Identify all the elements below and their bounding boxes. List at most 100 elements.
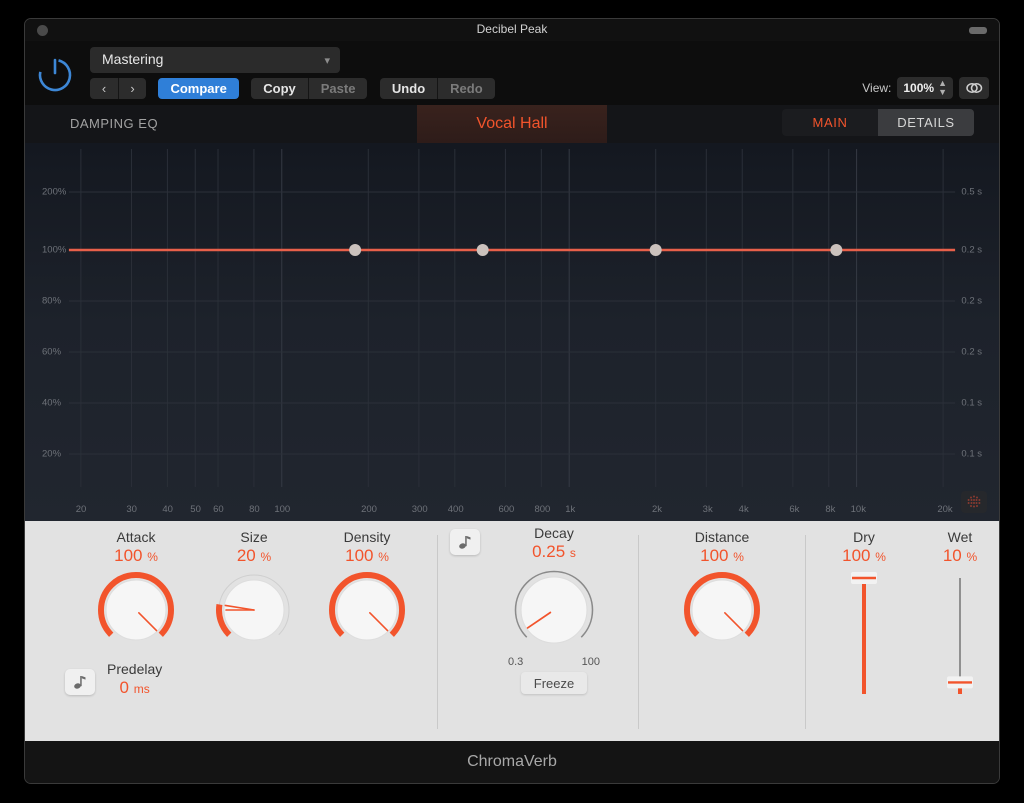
decay-knob[interactable] [510, 566, 598, 654]
y-axis-right-tick: 0.5 s [961, 187, 982, 198]
predelay-label: Predelay [107, 661, 162, 677]
dry-fader[interactable] [844, 570, 884, 700]
copy-paste-group: Copy Paste [251, 78, 367, 99]
damping-eq-label: DAMPING EQ [70, 116, 158, 131]
size-value: 20 % [205, 546, 303, 566]
toolbar-button-row: ‹ › Compare Copy Paste Undo Redo [90, 78, 503, 99]
window-titlebar: Decibel Peak [25, 19, 999, 41]
prev-preset-button[interactable]: ‹ [90, 78, 118, 99]
link-icon[interactable] [959, 77, 989, 99]
dry-fader-group: Dry 100 % [822, 529, 906, 700]
y-axis-right-tick: 0.2 s [961, 347, 982, 358]
dry-value: 100 % [822, 546, 906, 566]
x-axis-tick: 50 [190, 504, 201, 515]
y-axis-right-tick: 0.1 s [961, 398, 982, 409]
attack-label: Attack [87, 529, 185, 545]
plugin-window: Decibel Peak Mastering ▾ ‹ › Compare Cop… [24, 18, 1000, 784]
y-axis-left-tick: 60% [42, 347, 61, 358]
y-axis-left-tick: 100% [42, 245, 66, 256]
redo-button[interactable]: Redo [437, 78, 495, 99]
grid-dots-icon[interactable] [961, 491, 987, 513]
distance-knob-group: Distance 100 % [672, 529, 772, 650]
x-axis-tick: 300 [412, 504, 428, 515]
x-axis-tick: 3k [703, 504, 713, 515]
size-label: Size [205, 529, 303, 545]
chevron-down-icon: ▾ [324, 54, 330, 67]
preset-select[interactable]: Mastering ▾ [90, 47, 340, 73]
decay-knob-group: Decay 0.25 s 0.3 100 Freeze [484, 525, 624, 694]
predelay-group: Predelay 0 ms [65, 661, 162, 702]
preset-nav-group: ‹ › [90, 78, 146, 99]
paste-button[interactable]: Paste [308, 78, 368, 99]
graph-canvas [25, 143, 999, 521]
plugin-name: ChromaVerb [467, 753, 557, 771]
section-decay: Decay 0.25 s 0.3 100 Freeze [438, 521, 638, 743]
next-preset-button[interactable]: › [118, 78, 146, 99]
eq-control-point-4[interactable] [830, 244, 842, 256]
wet-fader-svg[interactable] [940, 570, 980, 700]
x-axis-tick: 20 [76, 504, 87, 515]
wet-value: 10 % [918, 546, 1000, 566]
display-header: DAMPING EQ Vocal Hall MAIN DETAILS [25, 105, 999, 143]
undo-redo-group: Undo Redo [380, 78, 495, 99]
x-axis-tick: 200 [361, 504, 377, 515]
section-mix: Dry 100 % Wet 10 % [806, 521, 999, 743]
view-zoom-value: 100% [903, 81, 934, 95]
density-knob[interactable] [327, 570, 407, 650]
wet-fader[interactable] [940, 570, 980, 700]
decay-scale-max: 100 [582, 656, 600, 668]
view-zoom-stepper[interactable]: 100% ▲▼ [897, 77, 953, 99]
decay-scale-min: 0.3 [508, 656, 523, 668]
size-knob-group: Size 20 % [205, 529, 303, 650]
eq-control-point-3[interactable] [650, 244, 662, 256]
compare-button[interactable]: Compare [158, 78, 238, 99]
density-label: Density [318, 529, 416, 545]
undo-button[interactable]: Undo [380, 78, 437, 99]
x-axis-tick: 80 [249, 504, 260, 515]
view-label: View: [862, 81, 891, 95]
decay-label: Decay [484, 525, 624, 541]
y-axis-left-tick: 80% [42, 296, 61, 307]
preset-name-text: Vocal Hall [476, 115, 547, 133]
predelay-readout: Predelay 0 ms [107, 661, 162, 702]
predelay-value: 0 ms [107, 678, 162, 698]
x-axis-tick: 40 [162, 504, 173, 515]
tab-main[interactable]: MAIN [782, 109, 878, 136]
dry-fader-svg[interactable] [844, 570, 884, 700]
x-axis-tick: 2k [652, 504, 662, 515]
decay-scale-labels: 0.3 100 [508, 656, 600, 668]
x-axis-tick: 8k [825, 504, 835, 515]
eq-control-point-1[interactable] [349, 244, 361, 256]
x-axis-tick: 4k [739, 504, 749, 515]
y-axis-right-tick: 0.1 s [961, 449, 982, 460]
size-knob[interactable] [214, 570, 294, 650]
stepper-arrows-icon: ▲▼ [938, 79, 947, 97]
y-axis-left-tick: 20% [42, 449, 61, 460]
damping-eq-graph[interactable]: 200% 100% 80% 60% 40% 20% 0.5 s 0.2 s 0.2 s 0.2 s… [25, 143, 999, 521]
tab-details[interactable]: DETAILS [878, 109, 974, 136]
section-distance: Distance 100 % [639, 521, 805, 743]
x-axis-tick: 400 [448, 504, 464, 515]
plugin-toolbar: Mastering ▾ ‹ › Compare Copy Paste Undo … [25, 41, 999, 105]
x-axis-tick: 60 [213, 504, 224, 515]
preset-name-tab[interactable]: Vocal Hall [417, 105, 607, 143]
attack-knob[interactable] [96, 570, 176, 650]
decay-note-icon[interactable] [450, 529, 480, 555]
y-axis-right-tick: 0.2 s [961, 245, 982, 256]
x-axis-tick: 10k [851, 504, 866, 515]
y-axis-left-tick: 40% [42, 398, 61, 409]
distance-knob[interactable] [682, 570, 762, 650]
copy-button[interactable]: Copy [251, 78, 308, 99]
x-axis-tick: 1k [565, 504, 575, 515]
eq-control-point-2[interactable] [477, 244, 489, 256]
attack-knob-group: Attack 100 % [87, 529, 185, 650]
freeze-button[interactable]: Freeze [521, 672, 587, 694]
power-icon[interactable] [34, 53, 76, 95]
x-axis-tick: 600 [498, 504, 514, 515]
predelay-note-icon[interactable] [65, 669, 95, 695]
resize-icon[interactable] [969, 27, 987, 34]
window-title: Decibel Peak [25, 22, 999, 36]
y-axis-right-tick: 0.2 s [961, 296, 982, 307]
y-axis-left-tick: 200% [42, 187, 66, 198]
x-axis-tick: 6k [789, 504, 799, 515]
